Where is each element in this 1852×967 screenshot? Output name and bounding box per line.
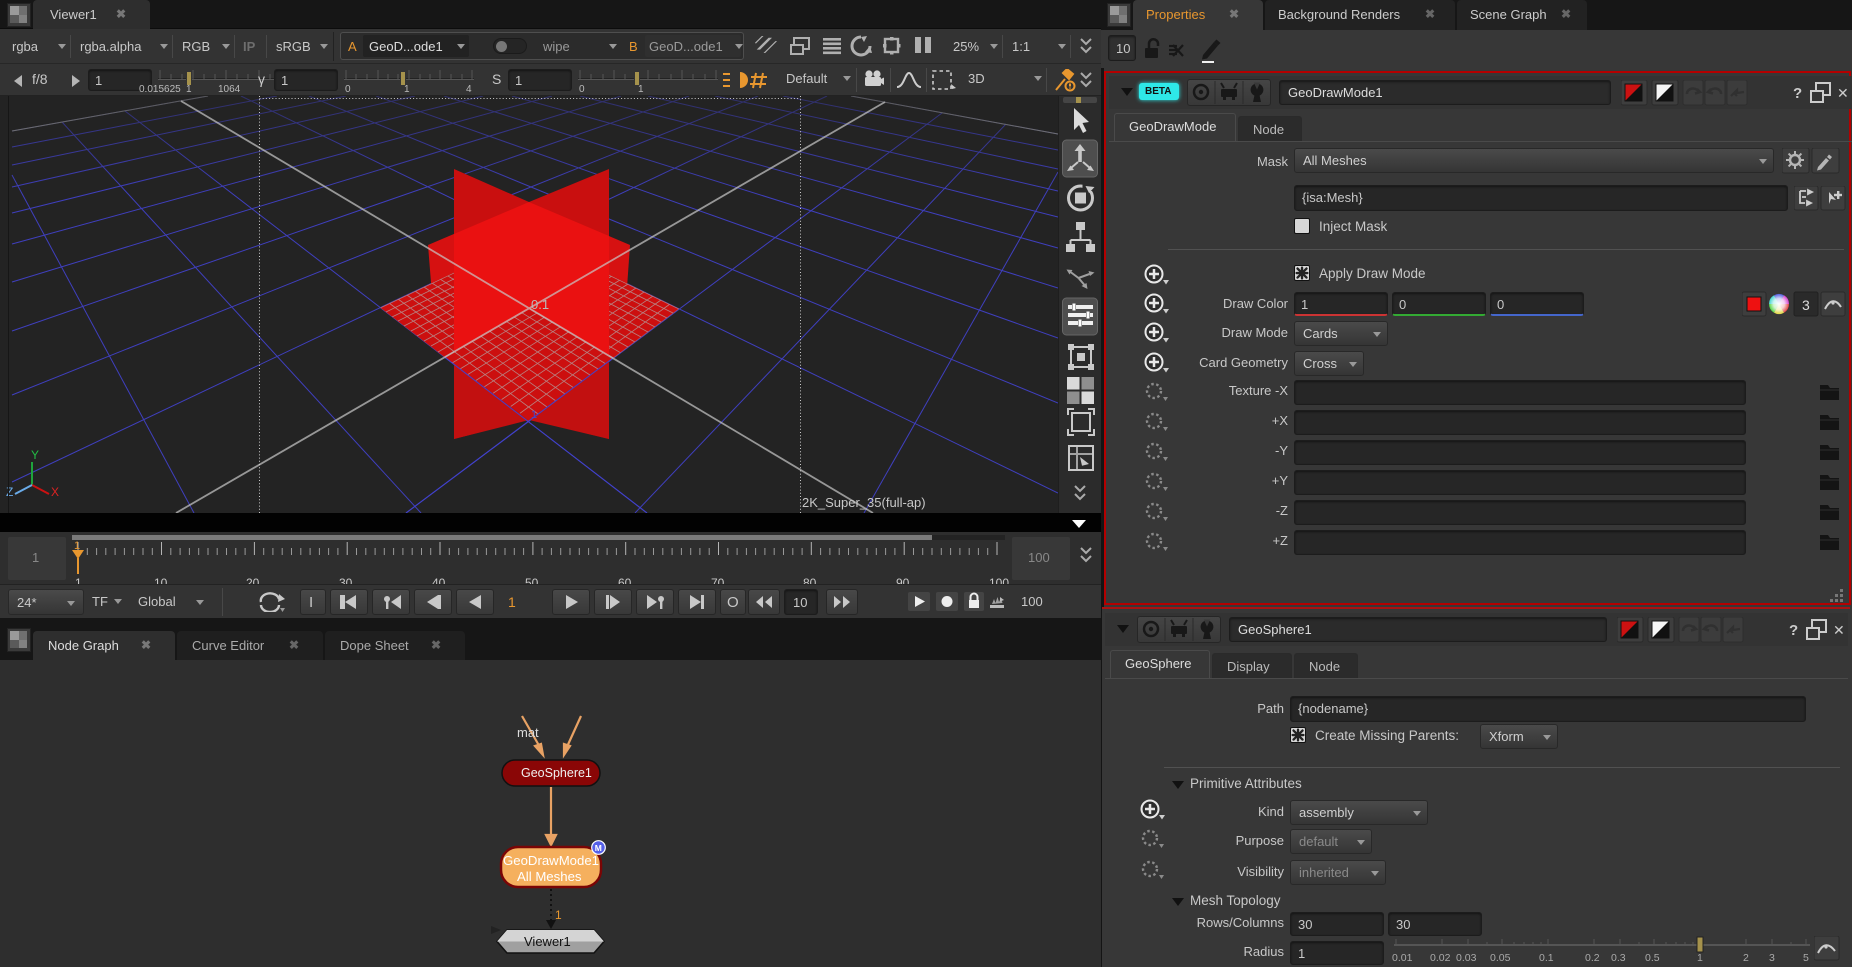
- svg-text:1: 1: [555, 908, 562, 922]
- svg-text:2: 2: [1743, 952, 1749, 964]
- svg-text:GeoSphere1: GeoSphere1: [521, 766, 592, 780]
- svg-text:3: 3: [1802, 297, 1810, 313]
- svg-text:0.03: 0.03: [1456, 952, 1477, 964]
- svg-text:?: ?: [1793, 85, 1802, 102]
- svg-text:I: I: [309, 594, 313, 611]
- svg-text:mat: mat: [517, 725, 539, 740]
- svg-text:M: M: [595, 843, 602, 853]
- svg-text:0.2: 0.2: [1585, 952, 1600, 964]
- svg-text:0.5: 0.5: [1645, 952, 1660, 964]
- svg-text:2K_Super_35(full-ap): 2K_Super_35(full-ap): [802, 495, 926, 510]
- svg-text:0.3: 0.3: [1611, 952, 1626, 964]
- svg-text:✕: ✕: [1833, 622, 1845, 638]
- svg-text:?: ?: [1789, 622, 1798, 639]
- svg-text:O: O: [727, 594, 739, 611]
- svg-text:X: X: [51, 485, 59, 499]
- svg-text:0.01: 0.01: [1392, 952, 1413, 964]
- svg-text:5: 5: [1803, 952, 1809, 964]
- svg-text:1: 1: [1697, 952, 1703, 964]
- svg-text:All Meshes: All Meshes: [517, 869, 582, 884]
- svg-text:1: 1: [531, 409, 537, 421]
- svg-text:Y: Y: [31, 448, 39, 462]
- svg-text:0.1: 0.1: [531, 297, 549, 312]
- svg-text:0.1: 0.1: [1539, 952, 1554, 964]
- svg-text:0.02: 0.02: [1430, 952, 1451, 964]
- svg-text:GeoDrawMode1: GeoDrawMode1: [503, 853, 599, 868]
- svg-text:Viewer1: Viewer1: [524, 934, 571, 949]
- svg-text:✕: ✕: [1837, 85, 1849, 101]
- svg-text:3: 3: [1769, 952, 1775, 964]
- svg-text:0.05: 0.05: [1490, 952, 1511, 964]
